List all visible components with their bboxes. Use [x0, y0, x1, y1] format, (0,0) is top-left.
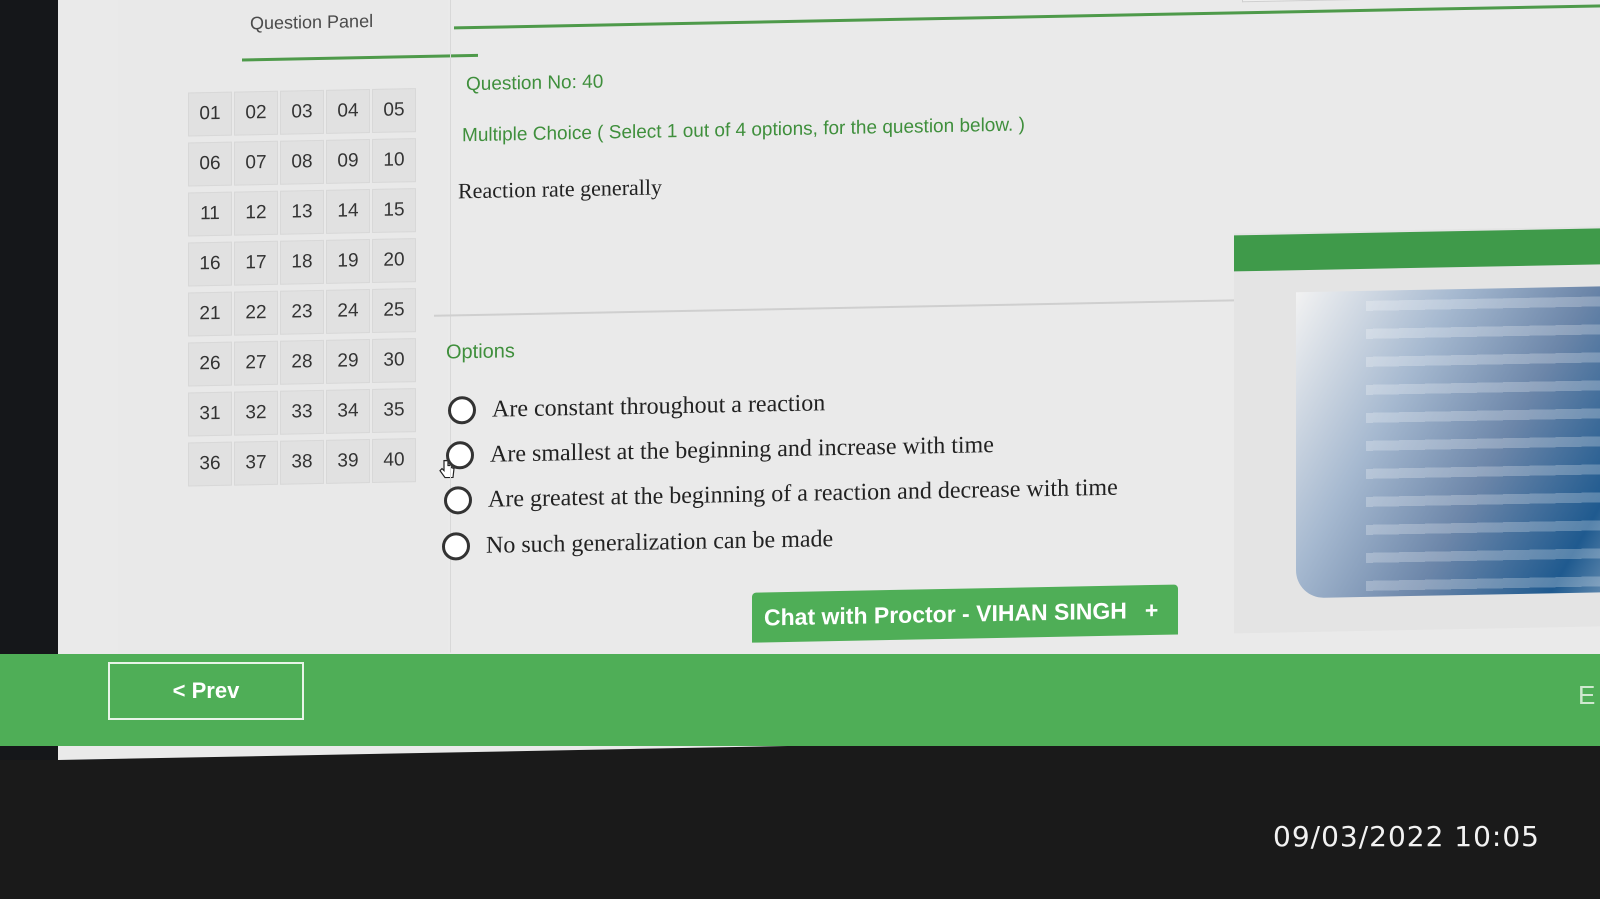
option-2[interactable]: Are smallest at the beginning and increa…: [446, 431, 994, 470]
question-cell[interactable]: 15: [372, 188, 416, 233]
radio-button[interactable]: [446, 441, 474, 470]
radio-button[interactable]: [448, 395, 476, 425]
question-cell[interactable]: 16: [188, 241, 232, 287]
option-label: No such generalization can be made: [486, 525, 834, 559]
question-cell[interactable]: 36: [188, 441, 232, 487]
next-button-partial[interactable]: E: [1578, 680, 1595, 711]
question-cell[interactable]: 32: [234, 390, 278, 436]
question-cell[interactable]: 14: [326, 189, 370, 234]
question-cell[interactable]: 09: [326, 139, 370, 184]
radio-button[interactable]: [442, 532, 470, 561]
question-cell[interactable]: 34: [326, 389, 370, 434]
prev-button[interactable]: < Prev: [108, 662, 304, 720]
option-4[interactable]: No such generalization can be made: [442, 525, 833, 561]
question-cell[interactable]: 29: [326, 339, 370, 384]
main-top-line: [454, 4, 1600, 30]
question-cell[interactable]: 26: [188, 341, 232, 387]
question-cell[interactable]: 04: [326, 89, 370, 134]
question-cell[interactable]: 05: [372, 88, 416, 133]
question-cell[interactable]: 39: [326, 439, 370, 484]
question-cell[interactable]: 40: [372, 438, 416, 483]
question-cell[interactable]: 10: [372, 138, 416, 183]
chat-with-proctor-button[interactable]: Chat with Proctor - VIHAN SINGH +: [752, 584, 1178, 643]
question-cell[interactable]: 38: [280, 439, 324, 485]
question-cell[interactable]: 24: [326, 289, 370, 334]
question-cell[interactable]: 33: [280, 389, 324, 435]
question-cell[interactable]: 20: [372, 238, 416, 283]
question-cell[interactable]: 23: [280, 289, 324, 335]
question-cell[interactable]: 19: [326, 239, 370, 284]
question-text: Reaction rate generally: [458, 174, 663, 204]
question-cell[interactable]: 31: [188, 391, 232, 437]
question-cell[interactable]: 08: [280, 139, 324, 185]
question-cell[interactable]: 35: [372, 388, 416, 433]
plus-icon: +: [1144, 596, 1159, 623]
question-grid: 01 02 03 04 05 06 07 08 09 10 11 12 13 14 15 16 17 18 19 20…: [188, 85, 416, 489]
option-label: Are greatest at the beginning of a react…: [488, 474, 1118, 513]
question-cell[interactable]: 02: [234, 90, 278, 136]
option-3[interactable]: Are greatest at the beginning of a react…: [444, 474, 1118, 515]
question-cell[interactable]: 11: [188, 191, 232, 237]
radio-button[interactable]: [444, 486, 472, 515]
question-cell[interactable]: 06: [188, 141, 232, 187]
question-cell[interactable]: 13: [280, 189, 324, 235]
question-cell[interactable]: 17: [234, 240, 278, 286]
panel-title: Question Panel: [250, 10, 374, 34]
question-cell[interactable]: 37: [234, 440, 278, 486]
options-label: Options: [446, 340, 515, 364]
option-label: Are smallest at the beginning and increa…: [490, 431, 994, 468]
question-separator: [434, 299, 1234, 317]
panel-title-underline: [242, 53, 478, 62]
exam-screen: Question Panel 01 02 03 04 05 06 07 08 09 10 11 12 1…: [58, 0, 1600, 760]
question-number: Question No: 40: [466, 71, 604, 96]
webcam-video: [1296, 285, 1600, 599]
question-cell[interactable]: 12: [234, 190, 278, 236]
question-cell[interactable]: 30: [372, 338, 416, 383]
webcam-header: [1234, 227, 1600, 272]
question-cell[interactable]: 01: [188, 91, 232, 137]
photo-timestamp: 09/03/2022 10:05: [1273, 820, 1540, 853]
top-frame: [1242, 0, 1600, 3]
question-cell[interactable]: 03: [280, 89, 324, 135]
question-cell[interactable]: 07: [234, 140, 278, 186]
webcam-panel: [1234, 225, 1600, 634]
question-cell[interactable]: 28: [280, 339, 324, 385]
question-cell[interactable]: 27: [234, 340, 278, 386]
question-type: Multiple Choice ( Select 1 out of 4 opti…: [462, 114, 1025, 147]
option-label: Are constant throughout a reaction: [492, 389, 826, 423]
chat-label: Chat with Proctor - VIHAN SINGH: [764, 596, 1127, 630]
question-cell[interactable]: 25: [372, 288, 416, 333]
question-cell[interactable]: 18: [280, 239, 324, 285]
question-panel: Question Panel 01 02 03 04 05 06 07 08 09 10 11 12 1…: [118, 0, 478, 659]
option-1[interactable]: Are constant throughout a reaction: [448, 389, 826, 425]
question-cell[interactable]: 22: [234, 290, 278, 336]
question-cell[interactable]: 21: [188, 291, 232, 337]
